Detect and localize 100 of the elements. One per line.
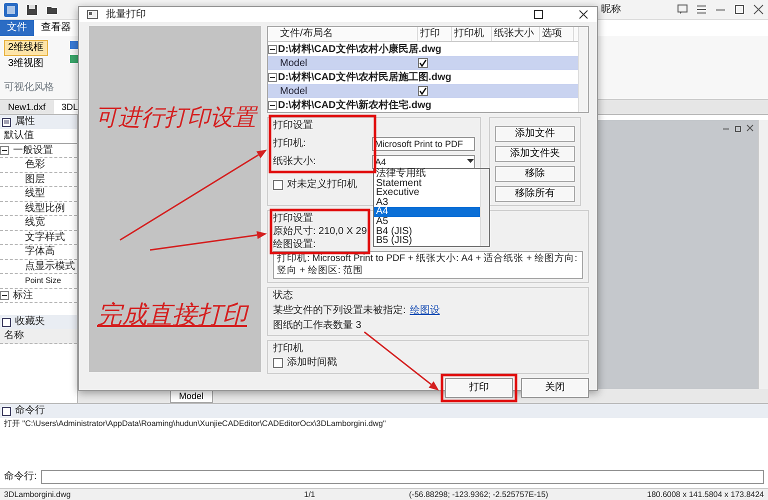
group-title: 状态 bbox=[273, 289, 293, 302]
dropdown-option[interactable]: 法律专用纸 bbox=[374, 169, 480, 179]
dropdown-option[interactable]: A5 bbox=[374, 216, 480, 227]
column-header[interactable]: 选项 bbox=[540, 27, 574, 41]
property-name: 线宽 bbox=[25, 217, 45, 228]
panel-title: 收藏夹 bbox=[15, 315, 45, 329]
close-icon[interactable] bbox=[578, 9, 589, 20]
column-header: 名称 bbox=[0, 329, 77, 344]
property-name: 点显示模式 bbox=[25, 260, 75, 272]
property-name: 字体高 bbox=[25, 246, 55, 257]
column-header[interactable]: 纸张大小 bbox=[492, 27, 540, 41]
chat-icon[interactable] bbox=[677, 4, 688, 15]
window-icon bbox=[87, 10, 98, 19]
view-mode-button[interactable]: 3维视图 bbox=[4, 56, 48, 72]
field-label: 打印机: bbox=[273, 136, 307, 151]
property-name: 图层 bbox=[25, 174, 45, 184]
checkbox[interactable] bbox=[418, 58, 428, 68]
ribbon-tab[interactable]: 查看器 bbox=[34, 20, 78, 36]
group-title: 打印机 bbox=[273, 342, 303, 355]
file-action-button[interactable]: 移除 bbox=[495, 166, 575, 182]
collapse-icon[interactable] bbox=[268, 44, 277, 54]
status-message: 某些文件的下列设置未被指定: bbox=[273, 304, 406, 317]
column-header[interactable]: 文件/布局名 bbox=[278, 27, 418, 41]
property-group: 标注 bbox=[13, 288, 33, 302]
status-text: 1/1 bbox=[304, 489, 316, 500]
save-icon[interactable] bbox=[26, 4, 38, 16]
dropdown-option[interactable]: B5 (JIS) bbox=[374, 236, 480, 246]
annotation-text: 完成直接打印 bbox=[97, 300, 247, 330]
dropdown-option[interactable]: Statement bbox=[374, 178, 480, 188]
panel-icon bbox=[2, 406, 11, 416]
dropdown-option[interactable]: A4 bbox=[374, 207, 480, 217]
command-prompt: 命令行: bbox=[4, 470, 37, 484]
dropdown-option[interactable]: A3 bbox=[374, 198, 480, 208]
dialog-button[interactable]: 打印 bbox=[445, 378, 513, 398]
collapse-icon[interactable] bbox=[0, 146, 9, 155]
file-action-button[interactable]: 添加文件夹 bbox=[495, 146, 575, 162]
status-text: 180.6008 x 141.5804 x 173.8424 bbox=[647, 489, 764, 500]
checkbox[interactable] bbox=[418, 86, 428, 96]
property-name: Point Size bbox=[25, 276, 62, 285]
close-icon[interactable] bbox=[753, 4, 764, 15]
ribbon-tab[interactable]: 文件 bbox=[0, 20, 34, 36]
layout-name: Model bbox=[280, 56, 308, 70]
command-output: 打开 "C:\Users\Administrator\AppData\Roaming\hudun\XunjieCADEditor\CADEditorOcx\3DLamborgini.dwg" bbox=[3, 418, 387, 430]
vertical-scrollbar[interactable] bbox=[758, 120, 768, 389]
status-text: (-56.88298; -123.9362; -2.525757E-15) bbox=[409, 489, 548, 500]
table-row[interactable]: Model bbox=[268, 56, 578, 70]
checkbox-label: 添加时间戳 bbox=[287, 356, 337, 370]
sheet-count: 图纸的工作表数量 3 bbox=[273, 319, 362, 332]
property-name: 文字样式 bbox=[25, 232, 65, 242]
table-row[interactable]: Model bbox=[268, 84, 578, 98]
check-icon bbox=[419, 87, 427, 95]
file-action-button[interactable]: 添加文件 bbox=[495, 126, 575, 142]
checkbox[interactable] bbox=[273, 180, 283, 190]
collapse-icon[interactable] bbox=[0, 290, 9, 300]
account-name: 昵称 bbox=[601, 3, 621, 17]
checkbox-label: 对未定义打印机 bbox=[287, 178, 357, 192]
field-label: 绘图设置: bbox=[273, 238, 316, 251]
restore-icon[interactable] bbox=[734, 124, 742, 132]
property-name: 线型 bbox=[25, 188, 45, 199]
dialog-title: 批量打印 bbox=[106, 8, 146, 22]
panel-icon bbox=[2, 118, 11, 126]
maximize-icon[interactable] bbox=[734, 4, 745, 15]
collapse-icon[interactable] bbox=[268, 100, 277, 110]
settings-link[interactable]: 绘图设 bbox=[410, 304, 440, 317]
maximize-icon[interactable] bbox=[533, 9, 544, 20]
vertical-scrollbar[interactable] bbox=[578, 27, 588, 112]
property-name: 色彩 bbox=[25, 159, 45, 170]
settings-summary: 打印机: Microsoft Print to PDF + 纸张大小: A4 + 适合纸张 + 绘图方向: 竖向 + 绘图区: 范围 bbox=[273, 251, 583, 279]
column-header[interactable]: 打印 bbox=[418, 27, 452, 41]
check-icon bbox=[419, 59, 427, 67]
file-path[interactable]: D:\材料\CAD文件\农村民居施工图.dwg bbox=[278, 70, 452, 84]
ribbon-group-label: 可视化风格 bbox=[4, 80, 54, 95]
dropdown-option[interactable]: B4 (JIS) bbox=[374, 226, 480, 236]
app-logo-icon[interactable] bbox=[4, 2, 18, 16]
vertical-scrollbar[interactable] bbox=[480, 169, 489, 246]
layout-name: Model bbox=[280, 84, 308, 98]
file-path[interactable]: D:\材料\CAD文件\新农村住宅.dwg bbox=[278, 98, 432, 112]
property-value[interactable]: 默认值 bbox=[0, 129, 77, 144]
collapse-icon[interactable] bbox=[268, 72, 277, 82]
document-tab[interactable]: New1.dxf bbox=[0, 100, 54, 114]
dialog-button[interactable]: 关闭 bbox=[521, 378, 589, 398]
file-path[interactable]: D:\材料\CAD文件\农村小康民居.dwg bbox=[278, 42, 442, 56]
dropdown-option[interactable]: Executive bbox=[374, 188, 480, 198]
caret-icon bbox=[467, 159, 474, 164]
printer-select[interactable]: Microsoft Print to PDF bbox=[372, 136, 475, 150]
command-input[interactable] bbox=[40, 470, 764, 484]
property-name: 线型比例 bbox=[25, 202, 65, 214]
group-title: 打印设置 bbox=[273, 119, 313, 132]
info-text: 原始尺寸: 210,0 X 29 bbox=[273, 225, 367, 238]
menu-icon[interactable] bbox=[696, 4, 707, 15]
checkbox[interactable] bbox=[273, 358, 283, 368]
status-text: 3DLamborgini.dwg bbox=[4, 489, 72, 500]
annotation-text: 可进行打印设置 bbox=[95, 105, 256, 133]
panel-icon bbox=[2, 318, 11, 326]
panel-title: 命令行 bbox=[15, 404, 45, 418]
panel-title: 属性 bbox=[15, 115, 35, 129]
group-title: 打印设置 bbox=[273, 212, 313, 225]
view-mode-button[interactable]: 2维线框 bbox=[4, 40, 48, 56]
file-action-button[interactable]: 移除所有 bbox=[495, 186, 575, 202]
column-header[interactable]: 打印机 bbox=[452, 27, 492, 41]
